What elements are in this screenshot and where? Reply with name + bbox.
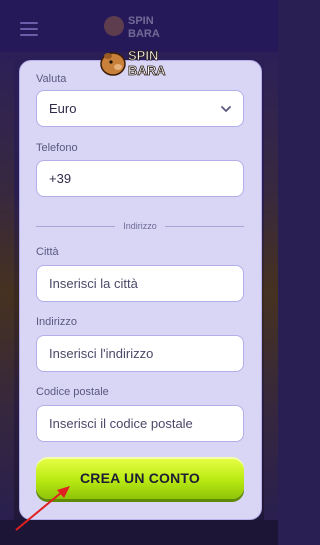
address-placeholder: Inserisci l'indirizzo <box>49 346 154 361</box>
phone-label: Telefono <box>36 142 78 154</box>
phone-value: +39 <box>49 171 72 186</box>
registration-form[interactable]: Valuta Euro Telefono +39 Indirizzo Città… <box>20 61 261 519</box>
currency-value: Euro <box>49 101 77 116</box>
address-section-title: Indirizzo <box>123 221 157 231</box>
svg-text:BARA: BARA <box>128 28 160 40</box>
city-placeholder: Inserisci la città <box>49 276 138 291</box>
bottom-nav <box>0 520 278 545</box>
address-section-divider: Indirizzo <box>36 219 245 233</box>
registration-modal: Valuta Euro Telefono +39 Indirizzo Città… <box>19 60 262 520</box>
svg-text:SPIN: SPIN <box>128 48 158 63</box>
postal-code-placeholder: Inserisci il codice postale <box>49 416 193 431</box>
chevron-down-icon <box>221 106 231 112</box>
address-label: Indirizzo <box>36 316 77 328</box>
currency-select[interactable]: Euro <box>36 90 244 127</box>
phone-input[interactable]: +39 <box>36 160 244 197</box>
spinbara-logo: SPIN BARA <box>100 48 167 78</box>
city-label: Città <box>36 246 59 258</box>
divider-line-right <box>164 225 245 227</box>
svg-text:SPIN: SPIN <box>128 15 154 27</box>
svg-text:BARA: BARA <box>128 63 166 78</box>
app-logo-background: SPIN BARA <box>104 15 160 40</box>
postal-code-input[interactable]: Inserisci il codice postale <box>36 405 244 442</box>
create-account-button[interactable]: CREA UN CONTO <box>36 457 244 499</box>
background-left-edge <box>0 60 14 520</box>
background-right-edge <box>264 60 278 520</box>
currency-label: Valuta <box>36 73 67 85</box>
address-input[interactable]: Inserisci l'indirizzo <box>36 335 244 372</box>
postal-code-label: Codice postale <box>36 386 109 398</box>
menu-icon[interactable] <box>20 22 38 36</box>
city-input[interactable]: Inserisci la città <box>36 265 244 302</box>
divider-line-left <box>36 225 116 227</box>
